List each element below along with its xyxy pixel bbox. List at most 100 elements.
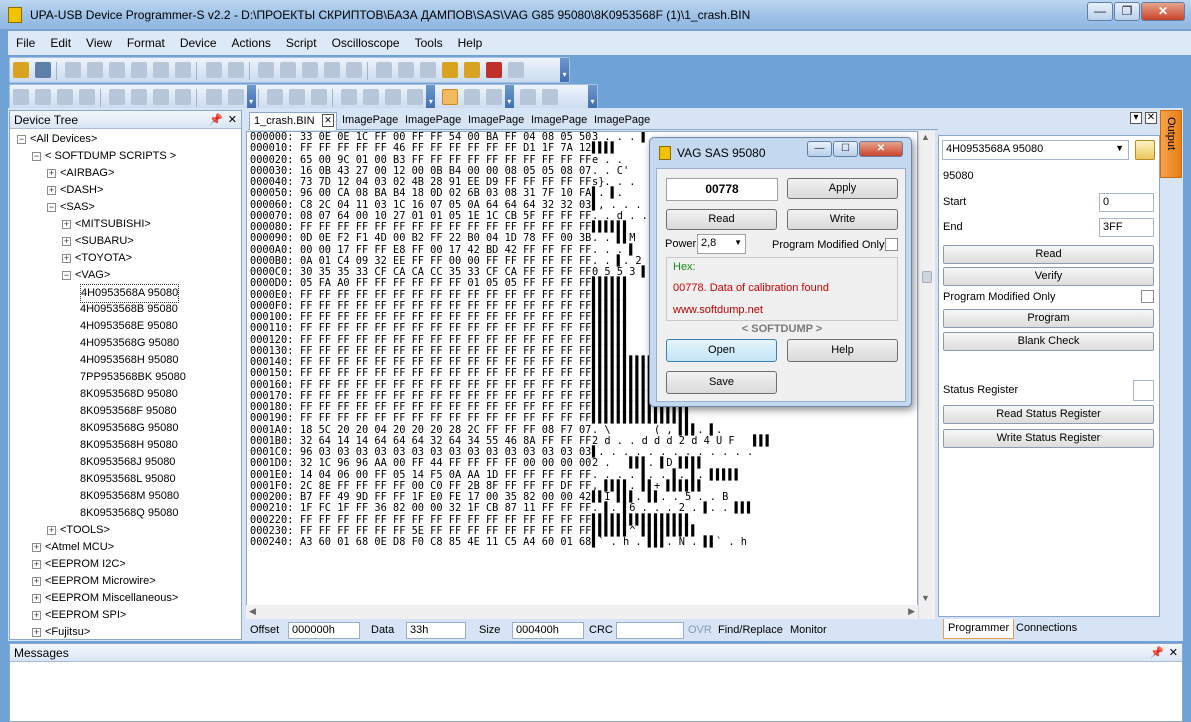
- tree-item-device[interactable]: 4H0953568G 95080: [10, 335, 241, 352]
- tree-node[interactable]: + <SUBARU>: [10, 233, 241, 250]
- tree-node[interactable]: + <TOYOTA>: [10, 250, 241, 267]
- dialog-minimize-button[interactable]: —: [807, 141, 832, 157]
- hex-bytes[interactable]: 32 1C 96 96 AA 00 FF 44 FF FF FF FF 00 0…: [300, 457, 591, 469]
- restore-button[interactable]: ❐: [1114, 2, 1140, 21]
- menu-format[interactable]: Format: [119, 31, 172, 50]
- tab-imagepage[interactable]: ImagePage: [590, 112, 654, 130]
- expand-icon[interactable]: +: [47, 169, 56, 178]
- edit-script-icon[interactable]: [442, 62, 459, 78]
- close-icon[interactable]: ✕: [228, 113, 237, 126]
- toolbar-overflow-3[interactable]: ▾: [426, 85, 436, 109]
- copy-block-icon[interactable]: [280, 62, 297, 78]
- tab-1-crash-bin[interactable]: 1_crash.BIN ✕: [249, 112, 337, 130]
- dialog-pmo-checkbox[interactable]: [885, 238, 898, 251]
- expand-icon[interactable]: +: [32, 560, 41, 569]
- monitor-link[interactable]: Monitor: [790, 624, 827, 636]
- hex-ascii[interactable]: ▌. ▌.: [592, 187, 623, 199]
- menu-file[interactable]: File: [8, 31, 42, 50]
- align-right-icon[interactable]: [385, 89, 402, 105]
- last-icon[interactable]: [175, 89, 192, 105]
- dialog-close-button[interactable]: ✕: [859, 141, 903, 157]
- tab-programmer[interactable]: Programmer: [943, 619, 1015, 639]
- calibration-code-field[interactable]: 00778: [666, 178, 778, 201]
- toolbar-overflow-4[interactable]: ▾: [504, 85, 514, 109]
- align-left-icon[interactable]: [341, 89, 358, 105]
- prev-icon[interactable]: [131, 89, 148, 105]
- hex-ascii[interactable]: ▌▌▌▌▌▌: [592, 277, 629, 289]
- device-info-button[interactable]: [1135, 140, 1155, 160]
- expand-icon[interactable]: +: [47, 186, 56, 195]
- hex-bytes[interactable]: 0D 0E F2 F1 4D 00 B2 FF 22 B0 04 1D 78 F…: [300, 232, 591, 244]
- open-script-icon[interactable]: [464, 62, 481, 78]
- expand-icon[interactable]: +: [32, 611, 41, 620]
- collapse-icon[interactable]: −: [47, 203, 56, 212]
- read-button[interactable]: Read: [943, 245, 1154, 264]
- menu-actions[interactable]: Actions: [224, 31, 278, 50]
- hex-ascii[interactable]: ▌▌▌▌: [592, 142, 617, 154]
- stop-icon[interactable]: [542, 89, 559, 105]
- close-button[interactable]: ✕: [1141, 2, 1185, 21]
- zoom-area-icon[interactable]: [463, 89, 480, 105]
- dialog-maximize-button[interactable]: ☐: [833, 141, 858, 157]
- cursor-icon[interactable]: [485, 89, 502, 105]
- record-icon[interactable]: [205, 89, 222, 105]
- tree-item-device[interactable]: 4H0953568H 95080: [10, 352, 241, 369]
- toolbar-overflow[interactable]: ▾: [560, 58, 569, 82]
- messages-close-icon[interactable]: ✕: [1169, 646, 1178, 659]
- dialog-read-button[interactable]: Read: [666, 209, 777, 230]
- tree-item-device[interactable]: 4H0953568E 95080: [10, 318, 241, 335]
- menu-view[interactable]: View: [78, 31, 119, 50]
- read-status-register-button[interactable]: Read Status Register: [943, 405, 1154, 424]
- minimize-button[interactable]: —: [1087, 2, 1113, 21]
- panel-close-icon[interactable]: ✕: [1145, 112, 1157, 124]
- pan-icon[interactable]: [79, 89, 95, 105]
- tab-imagepage[interactable]: ImagePage: [338, 112, 402, 130]
- help-button[interactable]: Help: [787, 339, 898, 362]
- toolbar-overflow-2[interactable]: ▾: [246, 85, 256, 109]
- hex-bytes[interactable]: FF FF FF FF FF FF FF FF FF FF FF FF FF F…: [300, 412, 591, 424]
- hex-bytes[interactable]: FF FF FF FF FF FF FF FF FF FF FF FF FF F…: [300, 322, 591, 334]
- end-input[interactable]: 3FF: [1099, 218, 1154, 237]
- redo-icon[interactable]: [87, 62, 104, 78]
- menu-oscilloscope[interactable]: Oscilloscope: [324, 31, 407, 50]
- collapse-icon[interactable]: −: [17, 135, 26, 144]
- program-button[interactable]: Program: [943, 309, 1154, 328]
- checksum-icon[interactable]: [324, 62, 341, 78]
- swap-icon[interactable]: [346, 62, 363, 78]
- tree-node[interactable]: + <EEPROM Microwire>: [10, 573, 241, 590]
- read-chip-icon[interactable]: [376, 62, 393, 78]
- record2-icon[interactable]: [227, 89, 244, 105]
- tree-item-device[interactable]: 7PP953568BK 95080: [10, 369, 241, 386]
- write-chip-icon[interactable]: [398, 62, 415, 78]
- toolbar-overflow-5[interactable]: ▾: [588, 85, 597, 109]
- run-icon[interactable]: [520, 89, 537, 105]
- justify-icon[interactable]: [407, 89, 424, 105]
- expand-icon[interactable]: +: [47, 526, 56, 535]
- tab-imagepage[interactable]: ImagePage: [464, 112, 528, 130]
- align-center-icon[interactable]: [363, 89, 380, 105]
- play-icon[interactable]: [153, 89, 170, 105]
- italic-icon[interactable]: [289, 89, 306, 105]
- pointer-icon[interactable]: [441, 89, 458, 105]
- save-button[interactable]: Save: [666, 371, 777, 394]
- tree-node[interactable]: + <AIRBAG>: [10, 165, 241, 182]
- expand-icon[interactable]: +: [32, 543, 41, 552]
- hex-bytes[interactable]: 96 00 CA 08 BA B4 18 0D 02 6B 03 08 31 7…: [300, 187, 591, 199]
- expand-icon[interactable]: +: [62, 237, 71, 246]
- undo-icon[interactable]: [65, 62, 82, 78]
- menu-device[interactable]: Device: [172, 31, 224, 50]
- hex-horizontal-scrollbar[interactable]: ◀ ▶: [246, 605, 918, 619]
- bold-icon[interactable]: [267, 89, 284, 105]
- pin-icon[interactable]: 📌: [209, 113, 223, 126]
- tab-close-icon[interactable]: ✕: [322, 114, 334, 127]
- open-button[interactable]: Open: [666, 339, 777, 362]
- tree-item-device[interactable]: 4H0953568B 95080: [10, 301, 241, 318]
- tree-item-device[interactable]: 8K0953568L 95080: [10, 471, 241, 488]
- tree-node[interactable]: − <SAS>: [10, 199, 241, 216]
- tree-node[interactable]: − <VAG>: [10, 267, 241, 284]
- menu-edit[interactable]: Edit: [42, 31, 78, 50]
- expand-icon[interactable]: +: [62, 220, 71, 229]
- blank-check-button[interactable]: Blank Check: [943, 332, 1154, 351]
- copy-icon[interactable]: [131, 62, 148, 78]
- paste-icon[interactable]: [153, 62, 170, 78]
